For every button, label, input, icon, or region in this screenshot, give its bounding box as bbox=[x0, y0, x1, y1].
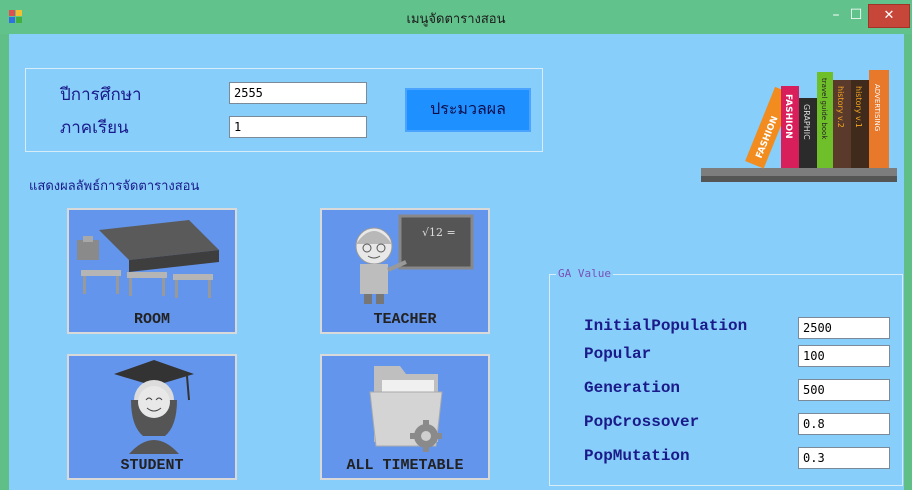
folder-gear-icon bbox=[369, 366, 443, 452]
close-button[interactable]: ✕ bbox=[868, 4, 910, 28]
results-heading: แสดงผลลัพธ์การจัดตารางสอน bbox=[29, 179, 200, 194]
svg-text:√12 =: √12 = bbox=[422, 226, 456, 239]
teacher-tile[interactable]: √12 = TEACHER bbox=[320, 208, 490, 334]
graduate-icon bbox=[114, 360, 194, 454]
semester-label: ภาคเรียน bbox=[60, 118, 129, 138]
room-label: ROOM bbox=[133, 311, 170, 328]
initial-population-input[interactable] bbox=[798, 317, 890, 339]
book-spine-2: FASHION bbox=[783, 94, 793, 139]
books-logo: FASHION FASHION GRAPHIC travel guide boo… bbox=[701, 70, 897, 182]
teacher-icon: √12 = bbox=[355, 214, 474, 304]
pop-crossover-input[interactable] bbox=[798, 413, 890, 435]
all-timetable-tile[interactable]: ALL TIMETABLE bbox=[320, 354, 490, 480]
book-spine-3: GRAPHIC bbox=[802, 104, 811, 140]
ga-value-legend: GA Value bbox=[556, 267, 613, 280]
generation-input[interactable] bbox=[798, 379, 890, 401]
generation-label: Generation bbox=[584, 379, 681, 397]
ga-value-group: GA Value InitialPopulation Popular Gener… bbox=[549, 267, 903, 486]
room-tile[interactable]: ROOM bbox=[67, 208, 237, 334]
student-label: STUDENT bbox=[120, 457, 184, 474]
window-title: เมนูจัดตารางสอน bbox=[406, 12, 506, 27]
classroom-icon bbox=[77, 220, 219, 298]
book-spine-7: ADVERTISING bbox=[873, 84, 881, 131]
student-tile[interactable]: STUDENT bbox=[67, 354, 237, 480]
main-panel: ปีการศึกษา ภาคเรียน ประมวลผล แสดงผลลัพธ์… bbox=[9, 34, 904, 490]
book-spine-4: travel guide book bbox=[820, 78, 828, 140]
popular-label: Popular bbox=[584, 345, 652, 363]
pop-crossover-label: PopCrossover bbox=[584, 413, 700, 431]
teacher-label: TEACHER bbox=[373, 311, 437, 328]
year-input[interactable] bbox=[229, 82, 367, 104]
year-label: ปีการศึกษา bbox=[60, 85, 142, 105]
process-button[interactable]: ประมวลผล bbox=[405, 88, 531, 132]
popular-input[interactable] bbox=[798, 345, 890, 367]
semester-input[interactable] bbox=[229, 116, 367, 138]
maximize-button[interactable]: ☐ bbox=[842, 0, 870, 30]
book-spine-6: history v.1 bbox=[854, 86, 863, 128]
pop-mutation-label: PopMutation bbox=[584, 447, 690, 465]
semester-form-box: ปีการศึกษา ภาคเรียน ประมวลผล bbox=[25, 68, 543, 152]
book-spine-5: history v.2 bbox=[836, 86, 845, 128]
all-timetable-label: ALL TIMETABLE bbox=[346, 457, 464, 474]
initial-population-label: InitialPopulation bbox=[584, 317, 748, 335]
pop-mutation-input[interactable] bbox=[798, 447, 890, 469]
title-bar: เมนูจัดตารางสอน – ☐ ✕ bbox=[0, 0, 912, 34]
